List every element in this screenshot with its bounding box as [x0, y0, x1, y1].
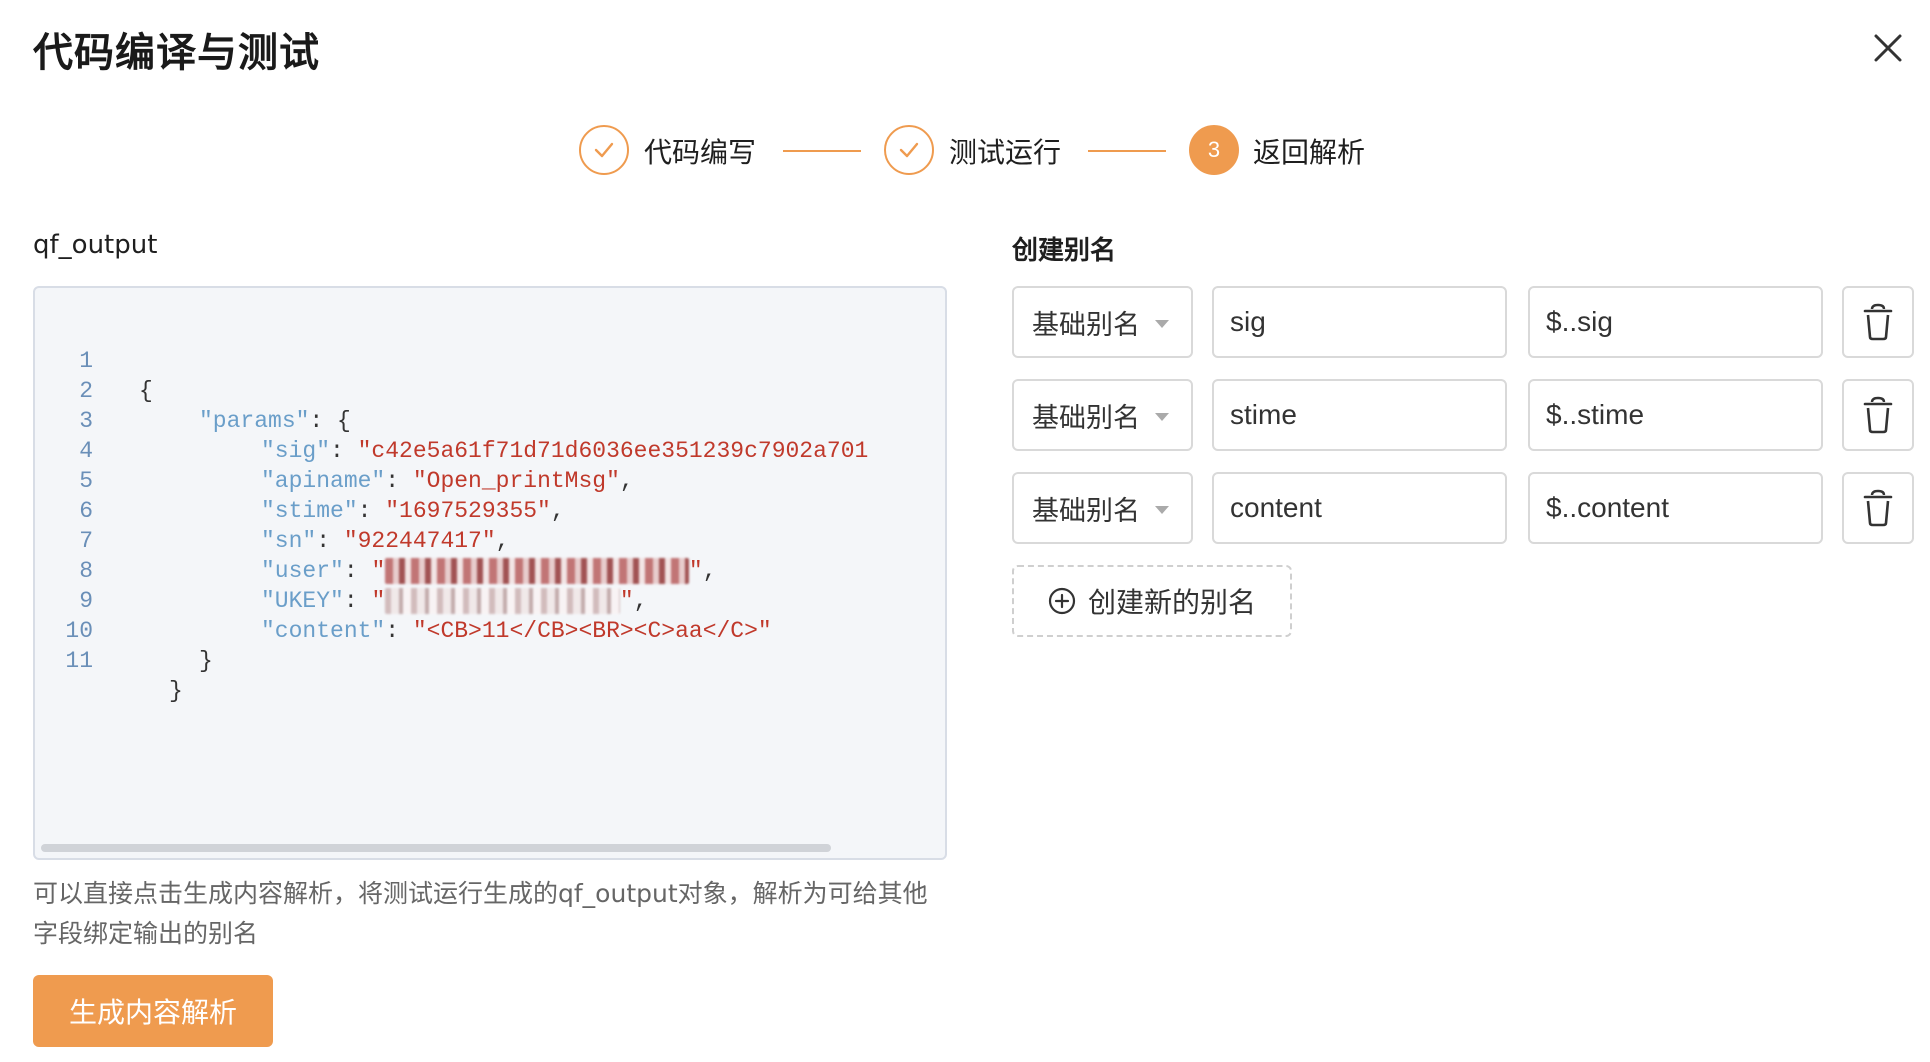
code-line: 6 "sn": "922447417",: [79, 498, 510, 554]
code-line: 7 "user": "xxxxxxxxxxxxxxxxxxxxxx",: [79, 528, 717, 584]
hint-text: 可以直接点击生成内容解析，将测试运行生成的qf_output对象，解析为可给其他…: [33, 879, 928, 948]
generate-parse-button[interactable]: 生成内容解析: [33, 975, 273, 1047]
code-line: 1 {: [79, 348, 153, 404]
step-1-check-icon: [579, 125, 629, 175]
alias-name-input[interactable]: [1212, 379, 1507, 451]
step-2-label: 测试运行: [949, 136, 1062, 169]
step-3-number: 3: [1189, 125, 1239, 175]
step-connector: [783, 150, 861, 152]
code-editor[interactable]: 1 { 2 "params": { 3 "sig": "c42e5a61f71d…: [33, 286, 947, 860]
alias-name-input[interactable]: [1212, 286, 1507, 358]
caret-down-icon: [1155, 506, 1169, 514]
step-3-label: 返回解析: [1253, 136, 1366, 169]
code-line: 10 }: [65, 618, 213, 674]
code-line: 9 "content": "<CB>11</CB><BR><C>aa</C>": [79, 588, 772, 644]
close-icon[interactable]: [1862, 22, 1914, 74]
code-line: 2 "params": {: [79, 378, 351, 434]
output-label: qf_output: [33, 230, 158, 260]
code-line: 5 "stime": "1697529355",: [79, 468, 565, 524]
code-line: 4 "apiname": "Open_printMsg",: [79, 438, 634, 494]
code-line: 11 }: [65, 648, 183, 704]
dialog-title: 代码编译与测试: [33, 30, 320, 76]
alias-row: 基础别名: [1012, 472, 1914, 544]
alias-path-input[interactable]: [1528, 286, 1823, 358]
alias-type-select[interactable]: 基础别名: [1012, 286, 1193, 358]
alias-row: 基础别名: [1012, 379, 1914, 451]
alias-row: 基础别名: [1012, 286, 1914, 358]
step-1-label: 代码编写: [644, 136, 757, 169]
code-line: 8 "UKEY": "xxxxxxxxxxxxxxxxx",: [79, 558, 648, 614]
add-alias-button[interactable]: 创建新的别名: [1012, 565, 1292, 637]
alias-name-input[interactable]: [1212, 472, 1507, 544]
caret-down-icon: [1155, 413, 1169, 421]
step-2-check-icon: [884, 125, 934, 175]
trash-icon[interactable]: [1842, 379, 1914, 451]
caret-down-icon: [1155, 320, 1169, 328]
steps-bar: 代码编写 测试运行 3 返回解析: [0, 125, 1930, 181]
trash-icon[interactable]: [1842, 472, 1914, 544]
alias-type-select[interactable]: 基础别名: [1012, 379, 1193, 451]
step-connector: [1088, 150, 1166, 152]
horizontal-scrollbar[interactable]: [41, 844, 831, 852]
trash-icon[interactable]: [1842, 286, 1914, 358]
aliases-title: 创建别名: [1012, 236, 1117, 266]
alias-path-input[interactable]: [1528, 379, 1823, 451]
alias-path-input[interactable]: [1528, 472, 1823, 544]
plus-circle-icon: [1048, 587, 1076, 615]
alias-type-select[interactable]: 基础别名: [1012, 472, 1193, 544]
code-line: 3 "sig": "c42e5a61f71d71d6036ee351239c79…: [79, 408, 869, 464]
